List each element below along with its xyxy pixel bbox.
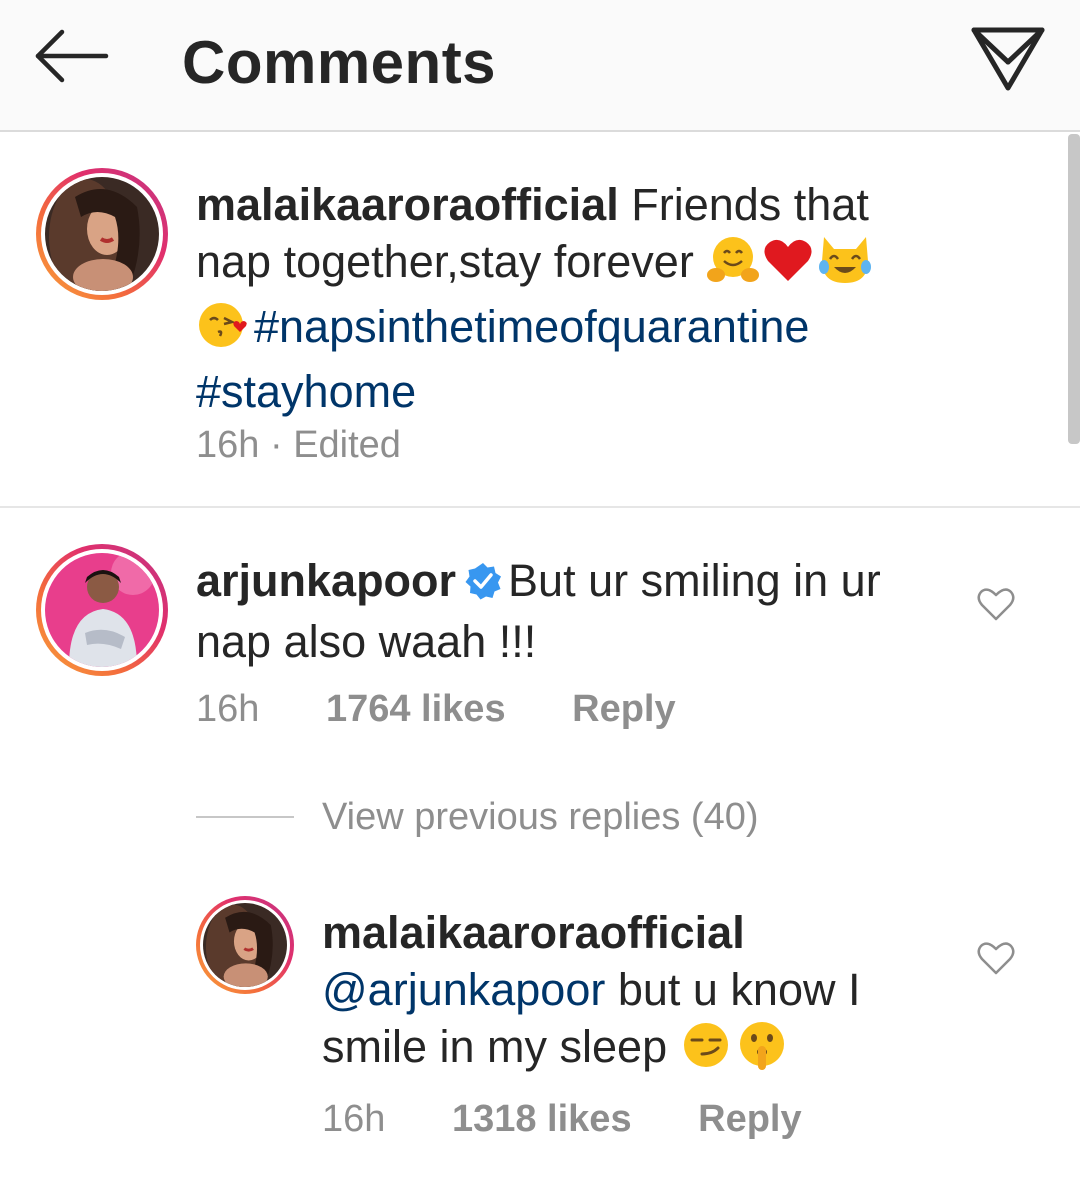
caption-meta: 16h · Edited xyxy=(196,424,401,467)
smirking-face-icon xyxy=(680,1020,732,1083)
reply-button[interactable]: Reply xyxy=(572,688,675,730)
shushing-face-icon xyxy=(734,1020,790,1083)
divider xyxy=(0,506,1080,508)
hashtag-link[interactable]: #napsinthetimeofquarantine xyxy=(254,301,809,352)
avatar[interactable] xyxy=(36,168,168,300)
profile-photo xyxy=(203,903,287,987)
likes-count[interactable]: 1764 likes xyxy=(326,688,506,730)
comment-time: 16h xyxy=(196,688,260,730)
profile-photo xyxy=(45,553,159,667)
comment: arjunkapoor But ur smiling in ur nap also… xyxy=(196,552,936,670)
hashtag-link[interactable]: #stayhome xyxy=(196,366,416,417)
caption-username[interactable]: malaikaaroraofficial xyxy=(196,179,619,230)
likes-count[interactable]: 1318 likes xyxy=(452,1098,632,1140)
view-previous-replies-button[interactable]: View previous replies (40) xyxy=(322,796,759,839)
comment-meta: 16h 1764 likes Reply xyxy=(196,688,676,731)
reply-time: 16h xyxy=(322,1098,386,1140)
direct-send-icon[interactable] xyxy=(968,22,1048,94)
mention-link[interactable]: @arjunkapoor xyxy=(322,964,605,1015)
reply-username[interactable]: malaikaaroraofficial xyxy=(322,907,745,958)
like-heart-icon[interactable] xyxy=(976,584,1016,624)
red-heart-icon xyxy=(762,237,814,298)
profile-photo xyxy=(45,177,159,291)
caption-time: 16h xyxy=(196,424,260,466)
hugging-face-icon xyxy=(706,235,760,298)
scrollbar[interactable] xyxy=(1068,134,1080,444)
face-blowing-kiss-icon xyxy=(196,300,252,363)
page-title: Comments xyxy=(182,29,497,96)
like-heart-icon[interactable] xyxy=(976,938,1016,978)
edited-label: Edited xyxy=(293,424,401,466)
meta-separator: · xyxy=(269,424,283,466)
reply-comment: malaikaaroraofficial @arjunkapoor but u … xyxy=(322,904,942,1083)
reply-button[interactable]: Reply xyxy=(698,1098,801,1140)
verified-badge-icon xyxy=(464,556,502,613)
caption: malaikaaroraofficial Friends that nap to… xyxy=(196,176,936,420)
avatar[interactable] xyxy=(36,544,168,676)
avatar[interactable] xyxy=(196,896,294,994)
reply-meta: 16h 1318 likes Reply xyxy=(322,1098,802,1141)
cat-tears-of-joy-icon xyxy=(816,233,874,298)
comment-username[interactable]: arjunkapoor xyxy=(196,555,456,606)
top-bar: Comments xyxy=(0,0,1080,132)
back-arrow-icon[interactable] xyxy=(30,26,110,86)
view-replies-line xyxy=(196,816,294,818)
